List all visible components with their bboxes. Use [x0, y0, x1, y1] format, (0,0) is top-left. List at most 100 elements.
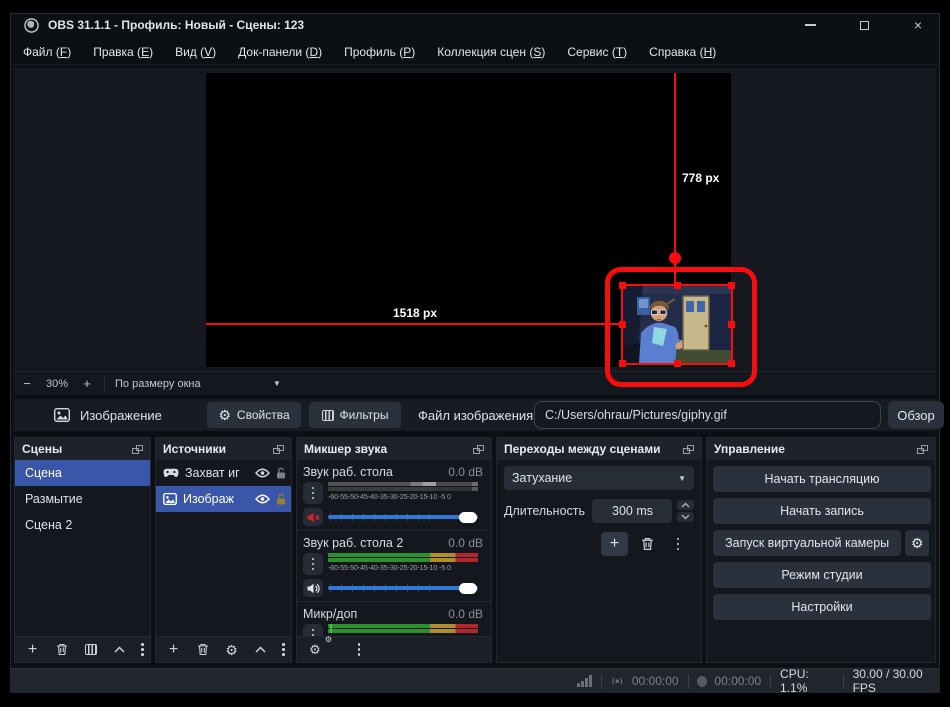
gear-small-icon: ⚙: [324, 634, 332, 644]
stepper-down-button[interactable]: [677, 512, 694, 522]
slider-handle[interactable]: [459, 582, 477, 594]
remove-source-button[interactable]: [191, 638, 214, 662]
popout-icon[interactable]: [132, 444, 143, 454]
speaker-icon: [307, 583, 320, 593]
scene-item[interactable]: Сцена 2: [15, 512, 150, 538]
start-virtual-camera-button[interactable]: Запуск виртуальной камеры: [713, 530, 902, 556]
channel-options-button[interactable]: [303, 553, 323, 575]
scenes-header[interactable]: Сцены: [15, 438, 150, 460]
stream-timer: 00:00:00: [631, 674, 679, 688]
obs-logo-icon: [24, 17, 39, 33]
maximize-button[interactable]: [850, 14, 878, 36]
duration-stepper: [677, 500, 694, 522]
menu-tools[interactable]: Сервис (T): [556, 45, 638, 59]
fit-to-window-select[interactable]: По размеру окна: [115, 378, 273, 390]
advanced-audio-button[interactable]: ⚙ ⚙: [303, 635, 332, 662]
mute-button-muted[interactable]: [303, 508, 323, 526]
channel-options-button[interactable]: [303, 482, 323, 504]
remove-transition-button[interactable]: [635, 532, 659, 556]
controls-header[interactable]: Управление: [707, 438, 935, 460]
cpu-usage: CPU: 1.1%: [780, 667, 809, 695]
more-options-button[interactable]: [272, 638, 291, 662]
settings-button[interactable]: Настройки: [713, 594, 931, 620]
popout-icon[interactable]: [683, 444, 694, 454]
add-transition-button[interactable]: +: [601, 532, 628, 556]
filters-icon: [321, 409, 334, 421]
window-title: OBS 31.1.1 - Профиль: Новый - Сцены: 123: [48, 18, 305, 32]
minimize-button[interactable]: [796, 14, 824, 36]
menu-profile[interactable]: Профиль (P): [333, 45, 426, 59]
menu-file[interactable]: Файл (F): [10, 45, 82, 59]
move-scene-up-button[interactable]: [108, 638, 131, 662]
slider-handle[interactable]: [459, 511, 477, 523]
studio-mode-button[interactable]: Режим студии: [713, 562, 931, 588]
duration-input[interactable]: 300 ms: [592, 499, 672, 523]
add-scene-button[interactable]: +: [21, 638, 44, 662]
menu-help[interactable]: Справка (H): [638, 45, 727, 59]
mute-button[interactable]: [303, 579, 323, 597]
scenes-toolbar: +: [15, 636, 150, 662]
zoom-in-button[interactable]: +: [74, 376, 100, 391]
virtual-camera-settings-button[interactable]: ⚙: [905, 530, 929, 556]
menu-edit[interactable]: Правка (E): [82, 45, 164, 59]
mixer-header[interactable]: Микшер звука: [297, 438, 491, 460]
channel-name: Звук раб. стола 2: [303, 536, 404, 550]
popout-icon[interactable]: [917, 444, 928, 454]
visibility-eye-icon[interactable]: [255, 494, 270, 504]
lock-icon-locked[interactable]: [276, 493, 286, 505]
popout-icon[interactable]: [273, 444, 284, 454]
filters-icon: [84, 644, 97, 655]
properties-button[interactable]: ⚙ Свойства: [207, 402, 301, 428]
add-source-button[interactable]: +: [162, 638, 185, 662]
volume-slider[interactable]: [328, 510, 478, 524]
gear-icon: ⚙: [218, 407, 231, 423]
move-source-up-button[interactable]: [249, 638, 272, 662]
image-icon: [163, 493, 177, 505]
start-recording-button[interactable]: Начать запись: [713, 498, 931, 524]
scenes-panel: Сцены Сцена Размытие Сцена 2 +: [14, 437, 151, 663]
popout-icon[interactable]: [473, 444, 484, 454]
menu-view[interactable]: Вид (V): [164, 45, 227, 59]
start-streaming-button[interactable]: Начать трансляцию: [713, 466, 931, 492]
remove-scene-button[interactable]: [50, 638, 73, 662]
transitions-header[interactable]: Переходы между сценами: [497, 438, 701, 460]
lock-icon[interactable]: [276, 467, 286, 479]
trash-icon: [197, 643, 208, 656]
image-file-input[interactable]: [534, 401, 881, 429]
source-item-game-capture[interactable]: Захват иг: [156, 460, 291, 486]
chevron-down-icon: ▼: [678, 473, 686, 483]
transition-select[interactable]: Затухание ▼: [504, 466, 694, 490]
controls-panel: Управление Начать трансляцию Начать запи…: [706, 437, 936, 663]
red-highlight-annotation: [605, 267, 757, 387]
more-options-button[interactable]: [131, 638, 150, 662]
menu-scene-collection[interactable]: Коллекция сцен (S): [426, 45, 556, 59]
source-item-image-selected[interactable]: Изображ: [156, 486, 291, 512]
filters-button[interactable]: Фильтры: [309, 402, 401, 428]
gamepad-icon: [163, 468, 179, 478]
zoom-out-button[interactable]: −: [14, 376, 40, 391]
width-measure-line: [206, 323, 621, 325]
scene-item-selected[interactable]: Сцена: [15, 460, 150, 486]
source-properties-button[interactable]: ⚙: [220, 638, 243, 662]
scene-filters-button[interactable]: [79, 638, 102, 662]
trash-icon: [641, 538, 653, 550]
mixer-options-button[interactable]: [347, 638, 371, 662]
preview-dock: [14, 68, 936, 371]
scene-item[interactable]: Размытие: [15, 486, 150, 512]
close-button[interactable]: ×: [904, 14, 932, 36]
channel-db: 0.0 dB: [448, 607, 483, 621]
maximize-icon: [859, 20, 869, 30]
menu-docks[interactable]: Док-панели (D): [227, 45, 333, 59]
stepper-up-button[interactable]: [677, 500, 694, 510]
browse-button[interactable]: Обзор: [888, 401, 944, 429]
title-bar[interactable]: OBS 31.1.1 - Профиль: Новый - Сцены: 123…: [10, 13, 940, 37]
visibility-eye-icon[interactable]: [255, 468, 270, 478]
volume-slider[interactable]: [328, 581, 478, 595]
sources-toolbar: + ⚙: [156, 636, 291, 662]
transition-options-button[interactable]: [666, 532, 690, 556]
chevron-down-icon[interactable]: ▼: [273, 379, 281, 388]
trash-icon: [56, 643, 67, 656]
source-type-label: Изображение: [80, 407, 162, 423]
width-annotation-label: 1518 px: [392, 306, 438, 320]
sources-header[interactable]: Источники: [156, 438, 291, 460]
